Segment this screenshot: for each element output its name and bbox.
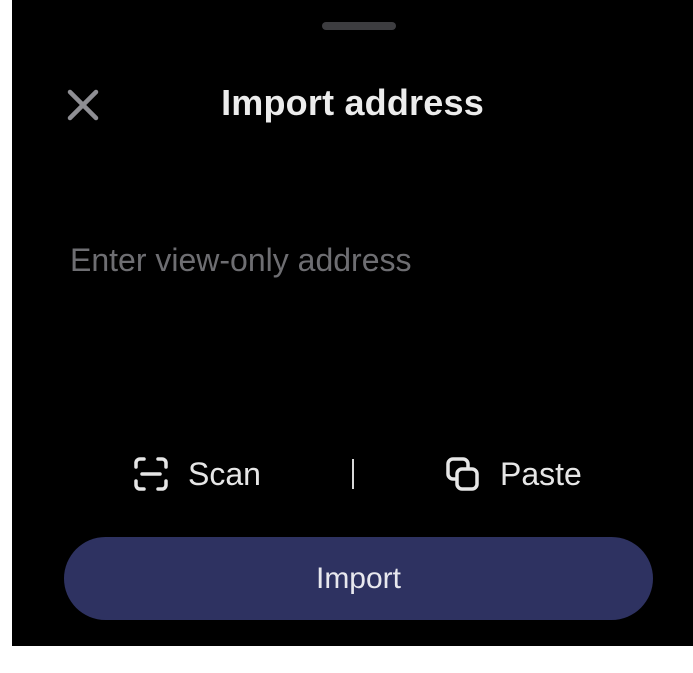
scan-label: Scan	[188, 455, 261, 492]
scan-button[interactable]: Scan	[132, 452, 261, 496]
paste-label: Paste	[500, 455, 582, 492]
import-button-label: Import	[315, 561, 402, 595]
address-input[interactable]	[70, 230, 630, 290]
action-separator	[352, 459, 354, 489]
page-title: Import address	[221, 82, 484, 123]
drag-handle[interactable]	[322, 22, 396, 30]
scan-icon	[134, 457, 168, 491]
import-button[interactable]: Import	[64, 537, 653, 620]
import-address-sheet: Import address Scan Paste Import	[12, 0, 693, 646]
copy-icon	[446, 457, 479, 491]
paste-button[interactable]: Paste	[444, 452, 582, 496]
